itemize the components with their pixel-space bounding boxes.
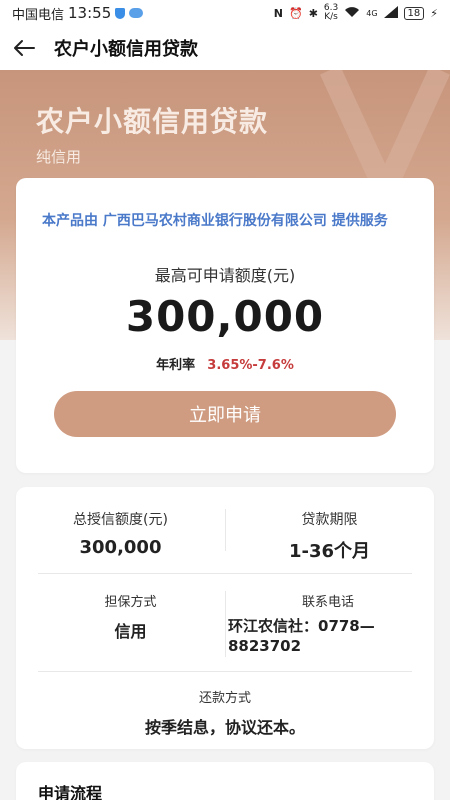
repay-value: 按季结息，协议还本。	[144, 718, 305, 737]
divider	[225, 591, 226, 657]
guarantee-label: 担保方式	[104, 595, 157, 610]
charging-icon: ⚡	[430, 6, 438, 20]
network-speed-unit: K/s	[324, 12, 338, 22]
clock-time: 13:55	[68, 4, 112, 22]
phone-value: 环江农信社：0778—8823702	[228, 617, 375, 655]
page-title: 农户小额信用贷款	[54, 39, 198, 60]
hero-title: 农户小额信用贷款	[36, 105, 269, 138]
wifi-icon	[344, 6, 360, 21]
total-credit-value: 300,000	[79, 537, 162, 558]
rate-value: 3.65%-7.6%	[207, 358, 294, 373]
phone-label: 联系电话	[301, 595, 354, 610]
total-credit-label: 总授信额度(元)	[73, 512, 168, 528]
max-amount-label: 最高可申请额度(元)	[154, 266, 296, 285]
hero-subtitle: 纯信用	[36, 148, 82, 166]
total-credit-cell: 总授信额度(元) 300,000	[16, 509, 225, 558]
carrier-label: 中国电信	[12, 7, 65, 23]
title-bar: 农户小额信用贷款	[0, 26, 450, 70]
cloud-icon	[129, 8, 144, 18]
loan-summary-card: 本产品由 广西巴马农村商业银行股份有限公司 提供服务 最高可申请额度(元) 30…	[16, 178, 434, 473]
process-title: 申请流程	[38, 784, 103, 800]
loan-details-card: 总授信额度(元) 300,000 贷款期限 1-36个月 担保方式 信用 联系电…	[16, 487, 434, 749]
term-cell: 贷款期限 1-36个月	[225, 509, 434, 563]
nfc-icon: N	[273, 6, 283, 20]
repay-label: 还款方式	[198, 691, 251, 706]
arrow-left-icon	[14, 40, 35, 56]
shield-icon	[115, 7, 126, 19]
apply-button[interactable]: 立即申请	[54, 391, 396, 437]
signal-label: 4G	[366, 8, 378, 18]
bluetooth-icon: ✱	[308, 6, 318, 20]
max-amount-value: 300,000	[125, 292, 325, 341]
cell-signal-icon	[383, 5, 398, 21]
guarantee-cell: 担保方式 信用	[16, 591, 245, 642]
phone-cell: 联系电话 环江农信社：0778—8823702	[228, 591, 428, 656]
term-value: 1-36个月	[288, 541, 371, 562]
back-button[interactable]	[0, 26, 48, 70]
battery-indicator: 18	[403, 6, 425, 20]
provider-text: 本产品由 广西巴马农村商业银行股份有限公司 提供服务	[42, 213, 388, 229]
status-bar: 中国电信 13:55 N ⏰ ✱ 6.3 K/s 4G 18 ⚡	[0, 0, 450, 26]
rate-label: 年利率	[156, 358, 196, 373]
divider	[38, 671, 412, 672]
guarantee-value: 信用	[114, 622, 147, 641]
term-label: 贷款期限	[301, 512, 358, 528]
alarm-icon: ⏰	[288, 6, 303, 20]
repay-cell: 还款方式 按季结息，协议还本。	[16, 687, 434, 738]
divider	[38, 573, 412, 574]
network-speed: 6.3 K/s	[324, 4, 338, 22]
rate-row: 年利率 3.65%-7.6%	[16, 354, 434, 373]
process-card: 申请流程	[16, 762, 434, 800]
